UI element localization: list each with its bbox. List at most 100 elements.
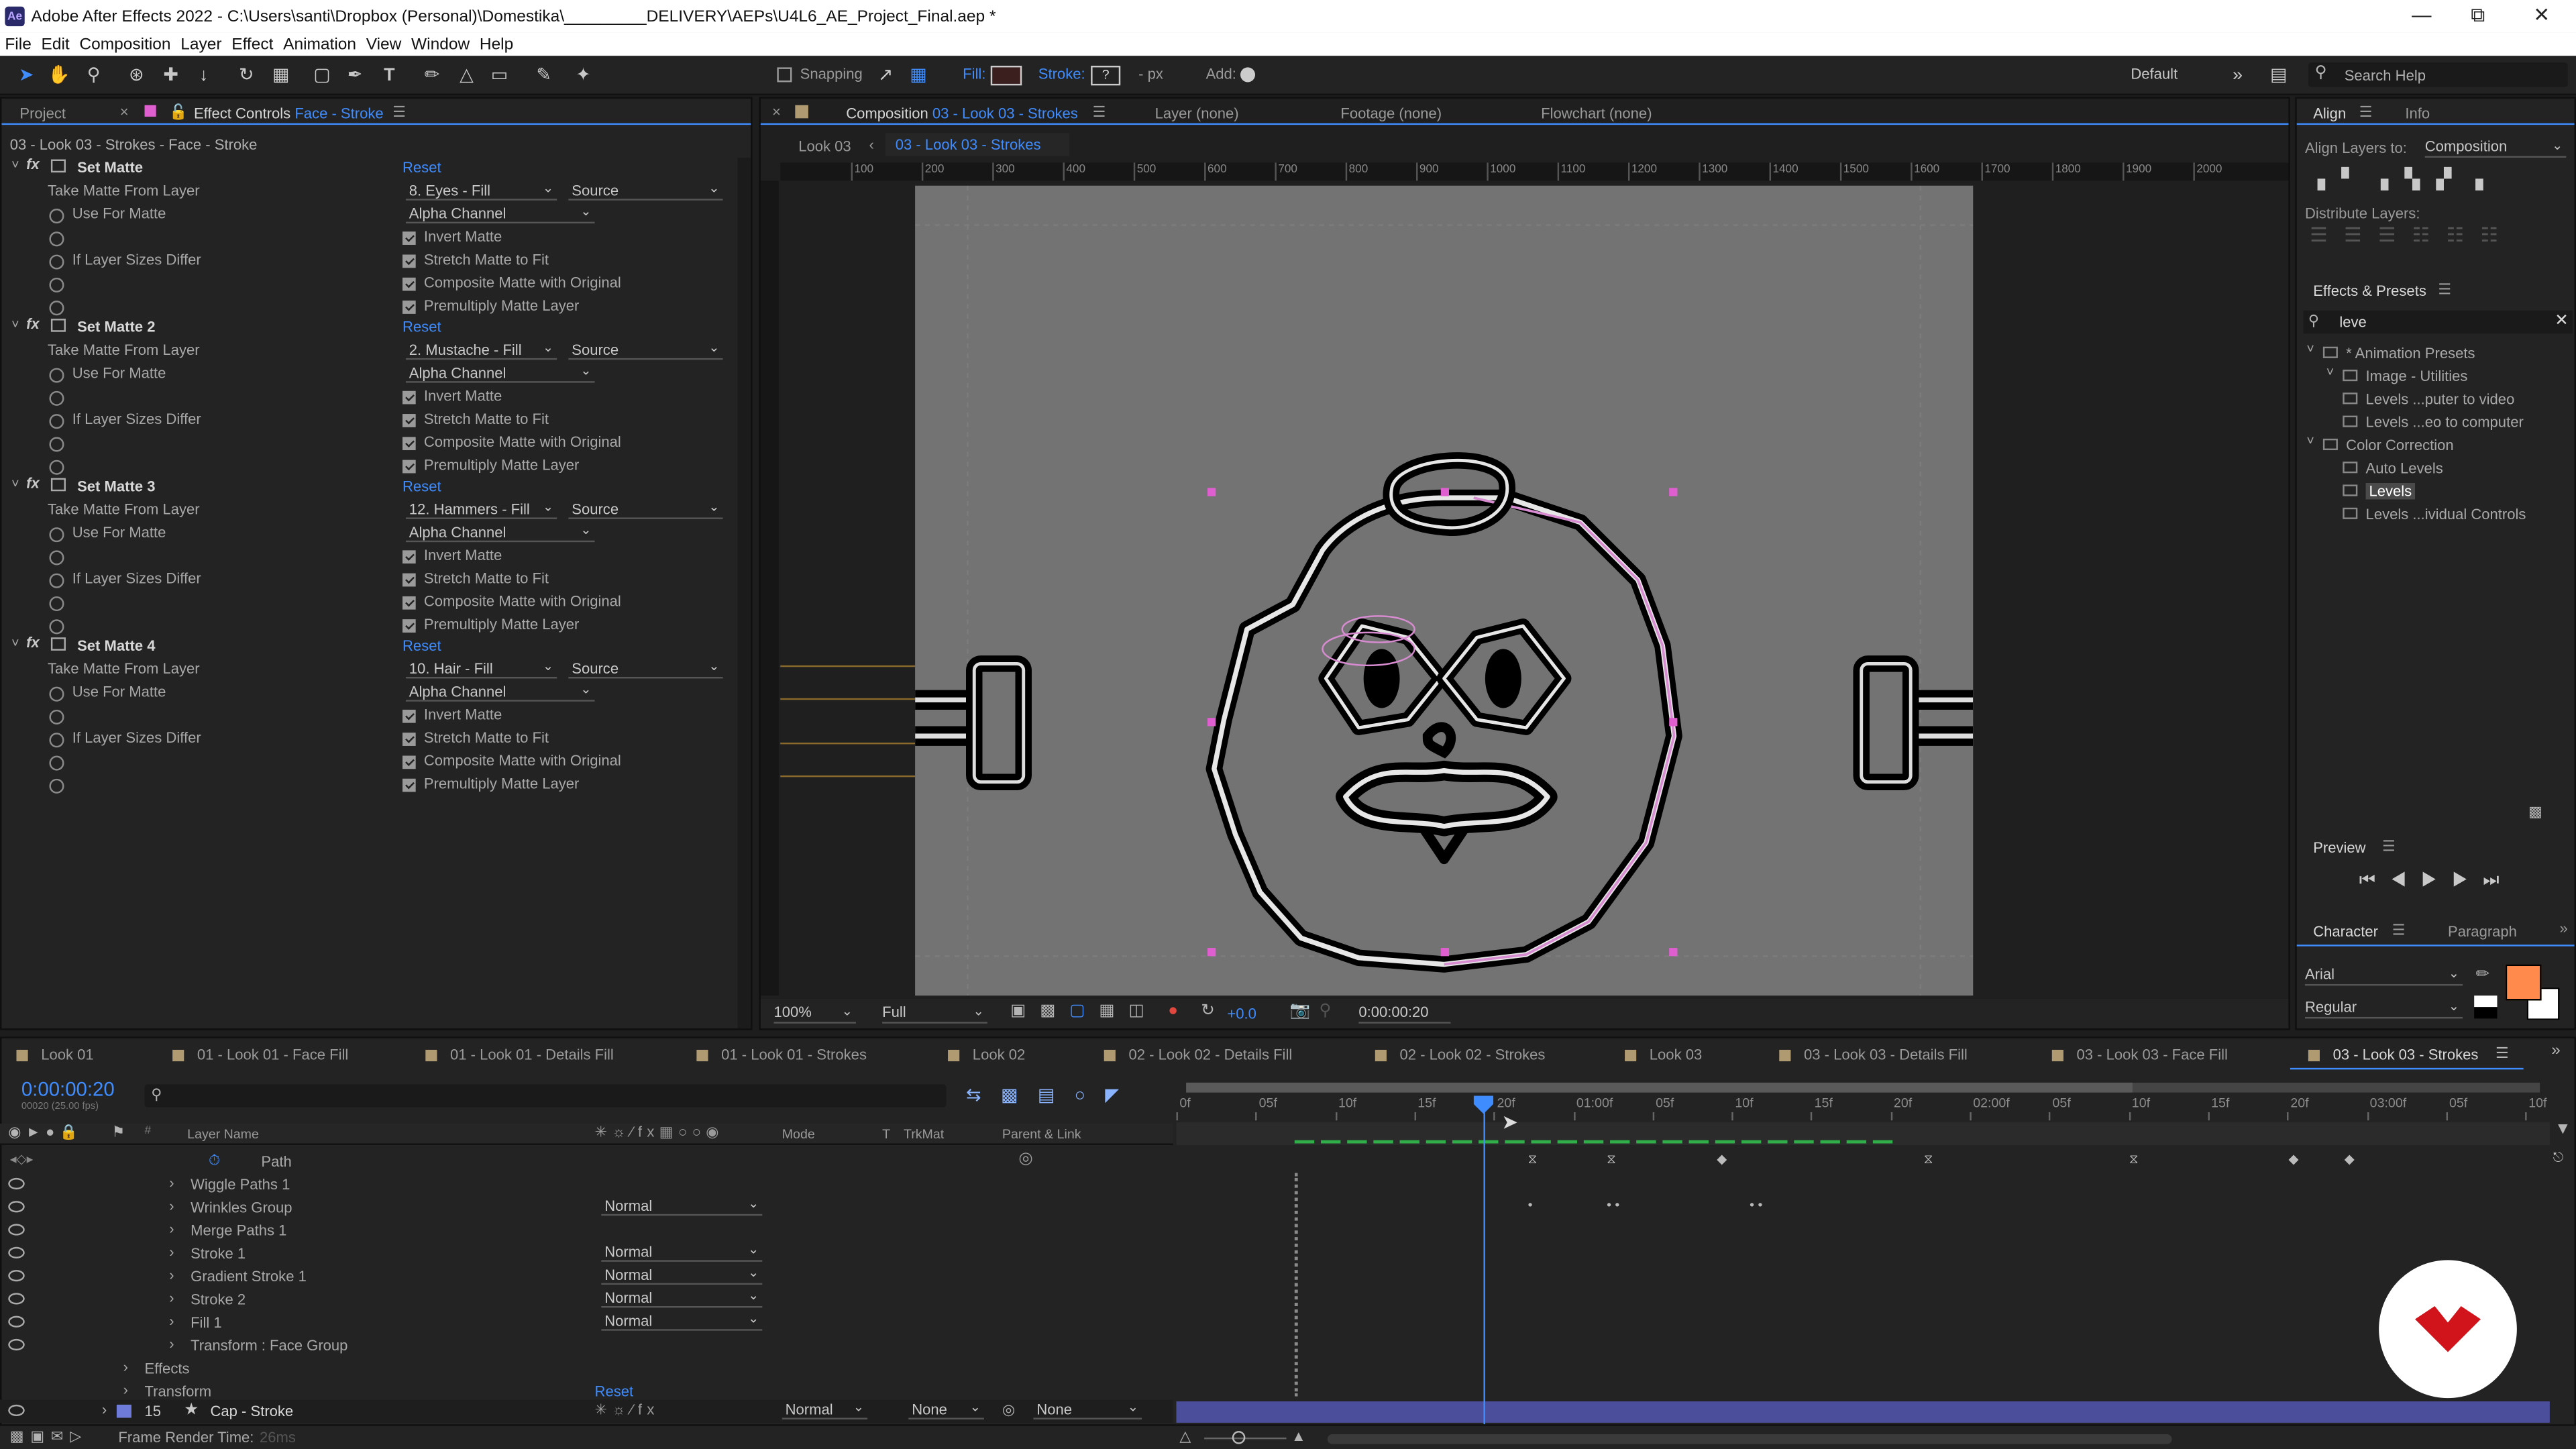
mask-visibility-icon[interactable]: ▢ (1069, 1002, 1085, 1020)
eye-icon[interactable] (8, 1338, 25, 1351)
invert-matte-checkbox[interactable] (402, 390, 416, 405)
snap-features-icon[interactable]: ▦ (907, 64, 930, 87)
stroke-width-value[interactable]: - px (1138, 66, 1163, 82)
parent-dropdown[interactable]: None ⌄ (1033, 1400, 1142, 1419)
property-row[interactable]: › Fill 1 Normal ⌄ (0, 1311, 1173, 1334)
preset-tree-item[interactable]: Auto Levels (2297, 457, 2575, 480)
chevron-down-icon[interactable]: ˅ (2326, 365, 2334, 380)
stopwatch-icon[interactable] (49, 619, 64, 635)
blend-mode-dropdown[interactable]: Normal ⌄ (601, 1288, 763, 1308)
menu-view[interactable]: View (366, 36, 402, 54)
layer-switch-icons[interactable]: ✳☼∕fx (595, 1401, 659, 1419)
composition-canvas[interactable] (915, 185, 1974, 996)
stopwatch-icon[interactable] (49, 778, 64, 794)
col-layer-name[interactable]: Layer Name (187, 1127, 259, 1142)
expand-icon[interactable]: › (169, 1336, 174, 1352)
keyframe[interactable]: ⧖ (1924, 1152, 1933, 1168)
tab-footage[interactable]: Footage (none) (1340, 105, 1442, 121)
collapse-chevron-icon[interactable]: ˅ (11, 636, 19, 651)
blend-mode-dropdown[interactable]: Normal ⌄ (601, 1265, 763, 1285)
invert-matte-checkbox[interactable] (402, 231, 416, 245)
matte-layer-dropdown[interactable]: 8. Eyes - Fill ⌄ (405, 180, 557, 201)
panel-menu-icon[interactable]: ☰ (2496, 1045, 2509, 1063)
property-row[interactable]: › Stroke 2 Normal ⌄ (0, 1288, 1173, 1311)
preset-tree-item[interactable]: Levels (2297, 480, 2575, 502)
timeline-scrollbar[interactable] (1327, 1434, 2172, 1444)
clear-search-icon[interactable]: ✕ (2555, 312, 2569, 330)
stopwatch-icon[interactable] (49, 390, 64, 406)
eye-icon[interactable] (8, 1316, 25, 1328)
timeline-tab[interactable]: 01 - Look 01 - Details Fill (425, 1046, 614, 1063)
eye-icon[interactable] (8, 1293, 25, 1305)
keyframe[interactable]: ◆ (2345, 1152, 2355, 1167)
panel-menu-icon[interactable]: ☰ (1093, 103, 1106, 121)
invert-matte-checkbox[interactable] (402, 709, 416, 723)
menu-edit[interactable]: Edit (42, 36, 70, 54)
property-row[interactable]: ◂◇▸ ⏱ ◎ Path (0, 1150, 1173, 1173)
keyframe[interactable]: • • (1607, 1197, 1619, 1212)
viewer-timecode[interactable]: 0:00:00:20 (1358, 1004, 1451, 1024)
restore-icon[interactable]: ⧉ (2471, 3, 2485, 28)
fill-swatch[interactable] (990, 65, 1022, 86)
keyframe-nav-icon[interactable]: ◂◇▸ (10, 1152, 34, 1167)
stretch-matte-checkbox[interactable] (402, 573, 416, 587)
composite-matte-checkbox[interactable] (402, 755, 416, 769)
timeline-tab[interactable]: Look 03 (1625, 1046, 1702, 1063)
tab-character[interactable]: Character (2313, 923, 2378, 939)
stopwatch-icon[interactable] (49, 301, 64, 316)
layer-name[interactable]: Cap - Stroke (210, 1403, 293, 1419)
reset-link[interactable]: Reset (402, 160, 441, 176)
timeline-tab[interactable]: Look 01 (16, 1046, 94, 1063)
show-snapshot-icon[interactable]: ⚲ (1320, 1002, 1332, 1020)
lock-icon[interactable]: 🔓 (169, 103, 187, 121)
keyframe[interactable]: • (1528, 1197, 1533, 1212)
expand-icon[interactable]: › (123, 1382, 128, 1398)
matte-source-dropdown[interactable]: Source ⌄ (568, 180, 723, 201)
expand-icon[interactable]: › (169, 1197, 174, 1214)
property-row[interactable]: › Merge Paths 1 (0, 1219, 1173, 1242)
workspace-label[interactable]: Default (2131, 66, 2178, 82)
work-area-range[interactable] (1186, 1082, 2133, 1093)
stopwatch-icon[interactable] (49, 254, 64, 270)
snapping-checkbox[interactable] (777, 67, 792, 83)
close-tab-icon[interactable]: × (120, 103, 129, 119)
more-panels-icon[interactable]: » (2560, 920, 2568, 936)
effect-header[interactable]: ˅ fx Set Matte 4 Reset (1, 634, 734, 659)
camera-snapshot-icon[interactable]: 📷 (1289, 1002, 1309, 1020)
dolly-camera-icon[interactable]: ↓ (193, 64, 215, 87)
menu-effect[interactable]: Effect (231, 36, 273, 54)
expand-icon[interactable]: › (102, 1401, 107, 1417)
matte-source-dropdown[interactable]: Source ⌄ (568, 340, 723, 360)
playhead-handle[interactable] (1473, 1095, 1494, 1114)
use-for-matte-dropdown[interactable]: Alpha Channel ⌄ (405, 363, 595, 383)
close-tab-icon[interactable]: × (772, 103, 781, 119)
black-swatch[interactable] (2474, 1007, 2498, 1019)
fill-color-swatch[interactable] (2505, 964, 2542, 1001)
use-for-matte-dropdown[interactable]: Alpha Channel ⌄ (405, 523, 595, 543)
footer-toggle-icons[interactable]: ▩▣✉▷ (10, 1428, 88, 1446)
composite-matte-checkbox[interactable] (402, 596, 416, 610)
stopwatch-icon[interactable] (49, 368, 64, 383)
blend-mode-dropdown[interactable]: Normal ⌄ (601, 1242, 763, 1262)
stopwatch-icon[interactable] (49, 755, 64, 771)
menu-layer[interactable]: Layer (180, 36, 221, 54)
white-swatch[interactable] (2474, 996, 2498, 1008)
zoom-tool-icon[interactable]: ⚲ (82, 64, 105, 87)
scrollbar[interactable] (737, 158, 751, 1029)
premultiply-matte-checkbox[interactable] (402, 619, 416, 633)
reset-link[interactable]: Reset (595, 1383, 634, 1399)
tab-paragraph[interactable]: Paragraph (2448, 923, 2517, 939)
workspace-panel-icon[interactable]: ▤ (2267, 64, 2290, 87)
tab-layer[interactable]: Layer (none) (1155, 105, 1239, 121)
preset-tree-item[interactable]: Levels ...ividual Controls (2297, 502, 2575, 525)
breadcrumb-current[interactable]: 03 - Look 03 - Strokes (885, 133, 1070, 156)
stopwatch-icon[interactable] (49, 733, 64, 748)
expand-icon[interactable]: › (169, 1244, 174, 1260)
stopwatch-icon[interactable] (49, 550, 64, 566)
trkmat-dropdown[interactable]: None ⌄ (908, 1400, 984, 1419)
chevron-down-icon[interactable]: ˅ (2306, 341, 2314, 356)
keyframe[interactable]: ◆ (1717, 1152, 1727, 1167)
puppet-pin-tool-icon[interactable]: ✦ (572, 64, 594, 87)
eye-icon[interactable] (8, 1177, 25, 1190)
playback-controls[interactable]: ⏮◀▶▶⏭ (2359, 871, 2514, 892)
